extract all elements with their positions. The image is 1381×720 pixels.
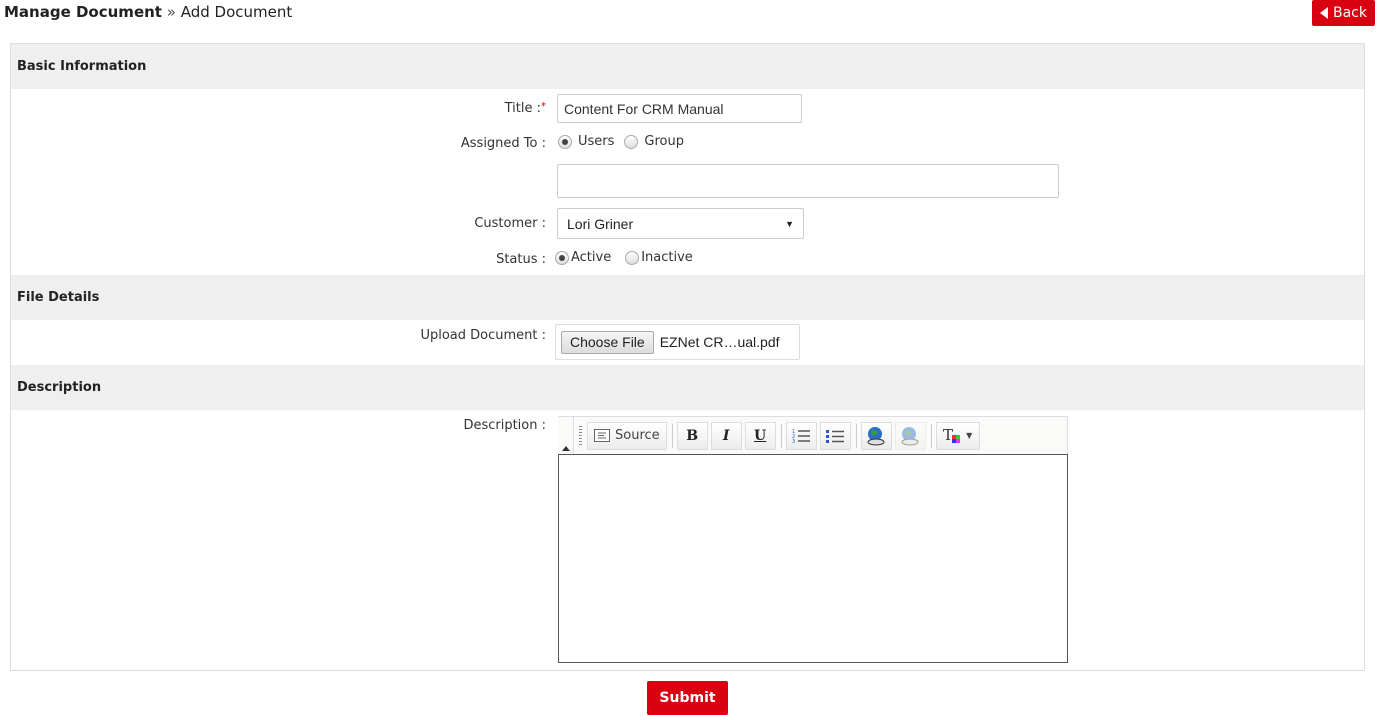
toolbar-separator — [780, 423, 782, 448]
source-label: Source — [615, 428, 660, 443]
svg-text:T: T — [943, 427, 953, 444]
status-label: Status : — [496, 252, 546, 267]
customer-label: Customer : — [474, 216, 546, 231]
editor-toolbar: Source B I U 123 T ▼ — [558, 416, 1068, 454]
source-button[interactable]: Source — [587, 421, 667, 450]
source-icon — [594, 429, 610, 442]
breadcrumb-current: Add Document — [180, 3, 293, 21]
text-color-dropdown-icon: ▼ — [966, 431, 973, 440]
status-inactive-label: Inactive — [641, 250, 693, 265]
title-label: Title :* — [504, 101, 546, 116]
status-active-label: Active — [571, 250, 612, 265]
section-description: Description — [11, 365, 1364, 410]
assigned-to-radio-group: Users Group — [558, 134, 684, 149]
text-color-button[interactable]: T ▼ — [935, 421, 980, 450]
status-inactive-radio[interactable] — [625, 250, 640, 265]
title-input[interactable]: Content For CRM Manual — [557, 94, 802, 123]
choose-file-button[interactable]: Choose File — [561, 330, 654, 354]
numbered-list-button[interactable]: 123 — [785, 421, 817, 450]
bold-icon: B — [686, 427, 699, 444]
status-radio-group: Active Inactive — [555, 250, 693, 265]
section-file-details: File Details — [11, 275, 1364, 320]
description-label: Description : — [463, 418, 546, 433]
bold-button[interactable]: B — [676, 421, 708, 450]
unlink-button[interactable] — [894, 421, 926, 450]
assigned-group-label: Group — [644, 134, 684, 149]
link-icon — [867, 426, 885, 445]
breadcrumb-separator: » — [166, 3, 176, 21]
text-color-icon: T — [943, 427, 961, 444]
selected-file-name: EZNet CR…ual.pdf — [659, 334, 780, 350]
numbered-list-icon: 123 — [792, 429, 811, 444]
submit-button[interactable]: Submit — [647, 681, 728, 715]
toolbar-collapse-icon[interactable] — [558, 417, 574, 454]
assigned-users-label: Users — [578, 134, 615, 149]
back-label: Back — [1333, 5, 1367, 21]
toolbar-separator — [930, 423, 932, 448]
file-upload-input[interactable]: Choose File EZNet CR…ual.pdf — [555, 324, 800, 360]
assignee-input[interactable] — [557, 164, 1059, 198]
italic-button[interactable]: I — [710, 421, 742, 450]
status-active-radio[interactable] — [555, 250, 569, 265]
assigned-to-label: Assigned To : — [460, 136, 546, 151]
section-basic-information: Basic Information — [11, 44, 1364, 89]
bulleted-list-button[interactable] — [819, 421, 851, 450]
required-mark: * — [541, 101, 546, 112]
bulleted-list-icon — [826, 429, 845, 443]
description-editor[interactable] — [558, 454, 1068, 663]
dropdown-arrow-icon: ▼ — [785, 218, 794, 229]
insert-link-button[interactable] — [860, 421, 892, 450]
back-button[interactable]: Back — [1312, 0, 1375, 26]
unlink-icon — [901, 426, 919, 445]
upload-document-label: Upload Document : — [420, 328, 546, 343]
customer-selected-value: Lori Griner — [567, 215, 634, 232]
italic-icon: I — [722, 427, 730, 444]
toolbar-separator — [671, 423, 673, 448]
back-arrow-icon — [1320, 7, 1328, 19]
breadcrumb: Manage Document » Add Document — [4, 3, 292, 21]
assigned-users-radio[interactable] — [558, 134, 572, 149]
svg-text:3: 3 — [792, 439, 795, 444]
assigned-group-radio[interactable] — [624, 134, 639, 149]
customer-select[interactable]: Lori Griner ▼ — [557, 208, 804, 239]
underline-button[interactable]: U — [744, 421, 776, 450]
underline-icon: U — [754, 427, 767, 444]
toolbar-separator — [855, 423, 857, 448]
breadcrumb-parent[interactable]: Manage Document — [4, 3, 162, 21]
toolbar-grip-icon — [579, 425, 582, 446]
